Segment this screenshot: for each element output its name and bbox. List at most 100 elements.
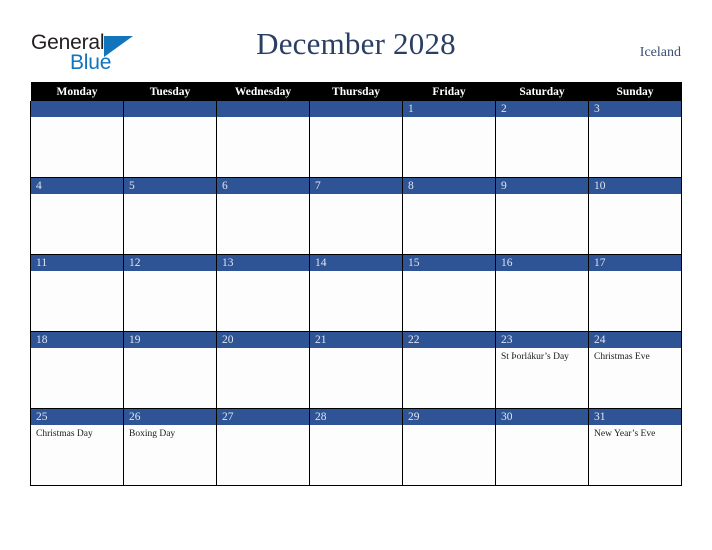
calendar-day-cell-inner: 8 (403, 178, 495, 254)
calendar-day-number: 13 (217, 255, 309, 271)
calendar-day-cell-inner: 12 (124, 255, 216, 331)
calendar-day-cell[interactable]: 26 Boxing Day (123, 408, 217, 486)
calendar-day-number: 16 (496, 255, 588, 271)
page-header: General Blue December 2028 Iceland (0, 0, 712, 82)
calendar-day-cell[interactable]: 1 (402, 101, 496, 178)
calendar-day-cell[interactable] (216, 101, 310, 178)
calendar-day-number (31, 101, 123, 117)
calendar-day-cell-inner: 9 (496, 178, 588, 254)
weekday-header-saturday: Saturday (495, 82, 589, 101)
calendar-day-number: 6 (217, 178, 309, 194)
calendar-day-number: 3 (589, 101, 681, 117)
calendar-day-number: 12 (124, 255, 216, 271)
calendar-day-number (310, 101, 402, 117)
calendar-week-row: 4 5 6 7 8 9 10 (30, 177, 682, 255)
calendar-page: General Blue December 2028 Iceland Monda… (0, 0, 712, 550)
weekday-header-wednesday: Wednesday (216, 82, 310, 101)
country-label: Iceland (639, 45, 681, 60)
calendar-day-number: 24 (589, 332, 681, 348)
calendar-day-number: 19 (124, 332, 216, 348)
calendar-day-cell[interactable] (309, 101, 403, 178)
calendar-day-cell-inner: 30 (496, 409, 588, 485)
calendar-day-number: 23 (496, 332, 588, 348)
calendar-day-cell-inner: 18 (31, 332, 123, 408)
calendar-day-number: 7 (310, 178, 402, 194)
calendar-day-cell[interactable] (123, 101, 217, 178)
calendar-day-number: 25 (31, 409, 123, 425)
calendar-holiday-label: Boxing Day (129, 429, 176, 439)
calendar-day-cell[interactable]: 21 (309, 331, 403, 409)
calendar-day-cell-inner: 25 Christmas Day (31, 409, 123, 485)
calendar-day-cell[interactable]: 16 (495, 254, 589, 332)
calendar-day-cell-inner (310, 101, 402, 177)
weekday-header-friday: Friday (402, 82, 496, 101)
calendar-day-cell[interactable]: 3 (588, 101, 682, 178)
calendar-day-cell[interactable]: 24 Christmas Eve (588, 331, 682, 409)
weekday-header-monday: Monday (30, 82, 124, 101)
calendar-week-row: 11 12 13 14 15 16 17 (30, 254, 682, 332)
calendar-day-cell[interactable]: 13 (216, 254, 310, 332)
calendar-day-cell[interactable]: 28 (309, 408, 403, 486)
calendar-day-cell[interactable]: 10 (588, 177, 682, 255)
calendar-day-cell-inner (31, 101, 123, 177)
calendar-holiday-label: New Year’s Eve (594, 429, 656, 439)
calendar-day-cell-inner: 24 Christmas Eve (589, 332, 681, 408)
calendar-day-number: 2 (496, 101, 588, 117)
calendar-week-row: 25 Christmas Day 26 Boxing Day 27 28 29 30 31 New… (30, 408, 682, 486)
calendar-day-cell[interactable]: 4 (30, 177, 124, 255)
calendar-day-number: 29 (403, 409, 495, 425)
calendar-day-cell[interactable]: 9 (495, 177, 589, 255)
calendar-day-cell[interactable]: 19 (123, 331, 217, 409)
calendar-day-cell-inner: 6 (217, 178, 309, 254)
page-title: December 2028 (256, 26, 456, 61)
calendar-day-cell-inner: 19 (124, 332, 216, 408)
calendar-day-cell[interactable]: 5 (123, 177, 217, 255)
calendar-day-number (217, 101, 309, 117)
calendar-day-number: 31 (589, 409, 681, 425)
calendar-day-cell-inner: 10 (589, 178, 681, 254)
calendar-day-number: 14 (310, 255, 402, 271)
calendar-weeks: 1 2 3 4 5 6 7 8 9 10 11 12 13 14 15 16 17 18 19 20 21 22 23 St … (30, 101, 682, 486)
calendar-day-number: 18 (31, 332, 123, 348)
calendar-day-cell-inner: 5 (124, 178, 216, 254)
calendar-day-cell-inner: 2 (496, 101, 588, 177)
calendar-day-cell-inner: 29 (403, 409, 495, 485)
weekday-header-row: Monday Tuesday Wednesday Thursday Friday… (30, 82, 682, 101)
calendar-day-cell-inner (217, 101, 309, 177)
weekday-header-thursday: Thursday (309, 82, 403, 101)
calendar-day-cell[interactable]: 20 (216, 331, 310, 409)
calendar-day-cell[interactable]: 23 St Þorlákur’s Day (495, 331, 589, 409)
calendar-day-number: 11 (31, 255, 123, 271)
calendar-day-cell-inner: 15 (403, 255, 495, 331)
calendar-day-cell[interactable]: 31 New Year’s Eve (588, 408, 682, 486)
calendar-day-cell[interactable]: 12 (123, 254, 217, 332)
calendar-day-cell-inner: 17 (589, 255, 681, 331)
calendar-day-cell[interactable]: 8 (402, 177, 496, 255)
calendar-week-row: 18 19 20 21 22 23 St Þorlákur’s Day 24 Christmas… (30, 331, 682, 409)
calendar-day-cell[interactable]: 15 (402, 254, 496, 332)
calendar-day-cell-inner: 13 (217, 255, 309, 331)
calendar-day-cell[interactable]: 11 (30, 254, 124, 332)
calendar-day-number: 15 (403, 255, 495, 271)
calendar-day-number: 8 (403, 178, 495, 194)
calendar-day-cell[interactable]: 7 (309, 177, 403, 255)
calendar-day-cell[interactable]: 27 (216, 408, 310, 486)
calendar-day-cell-inner: 21 (310, 332, 402, 408)
calendar-day-cell[interactable] (30, 101, 124, 178)
calendar-day-cell[interactable]: 18 (30, 331, 124, 409)
calendar-day-cell[interactable]: 14 (309, 254, 403, 332)
calendar-day-cell[interactable]: 22 (402, 331, 496, 409)
calendar-day-cell[interactable]: 2 (495, 101, 589, 178)
calendar-day-cell[interactable]: 30 (495, 408, 589, 486)
calendar-day-cell[interactable]: 25 Christmas Day (30, 408, 124, 486)
calendar-day-number: 17 (589, 255, 681, 271)
calendar-day-cell-inner: 3 (589, 101, 681, 177)
calendar-day-cell[interactable]: 6 (216, 177, 310, 255)
calendar-day-cell[interactable]: 17 (588, 254, 682, 332)
calendar-day-cell[interactable]: 29 (402, 408, 496, 486)
calendar-day-cell-inner: 26 Boxing Day (124, 409, 216, 485)
calendar-table: Monday Tuesday Wednesday Thursday Friday… (30, 82, 682, 486)
weekday-header-tuesday: Tuesday (123, 82, 217, 101)
calendar-day-cell-inner: 27 (217, 409, 309, 485)
calendar-week-row: 123 (30, 101, 682, 178)
